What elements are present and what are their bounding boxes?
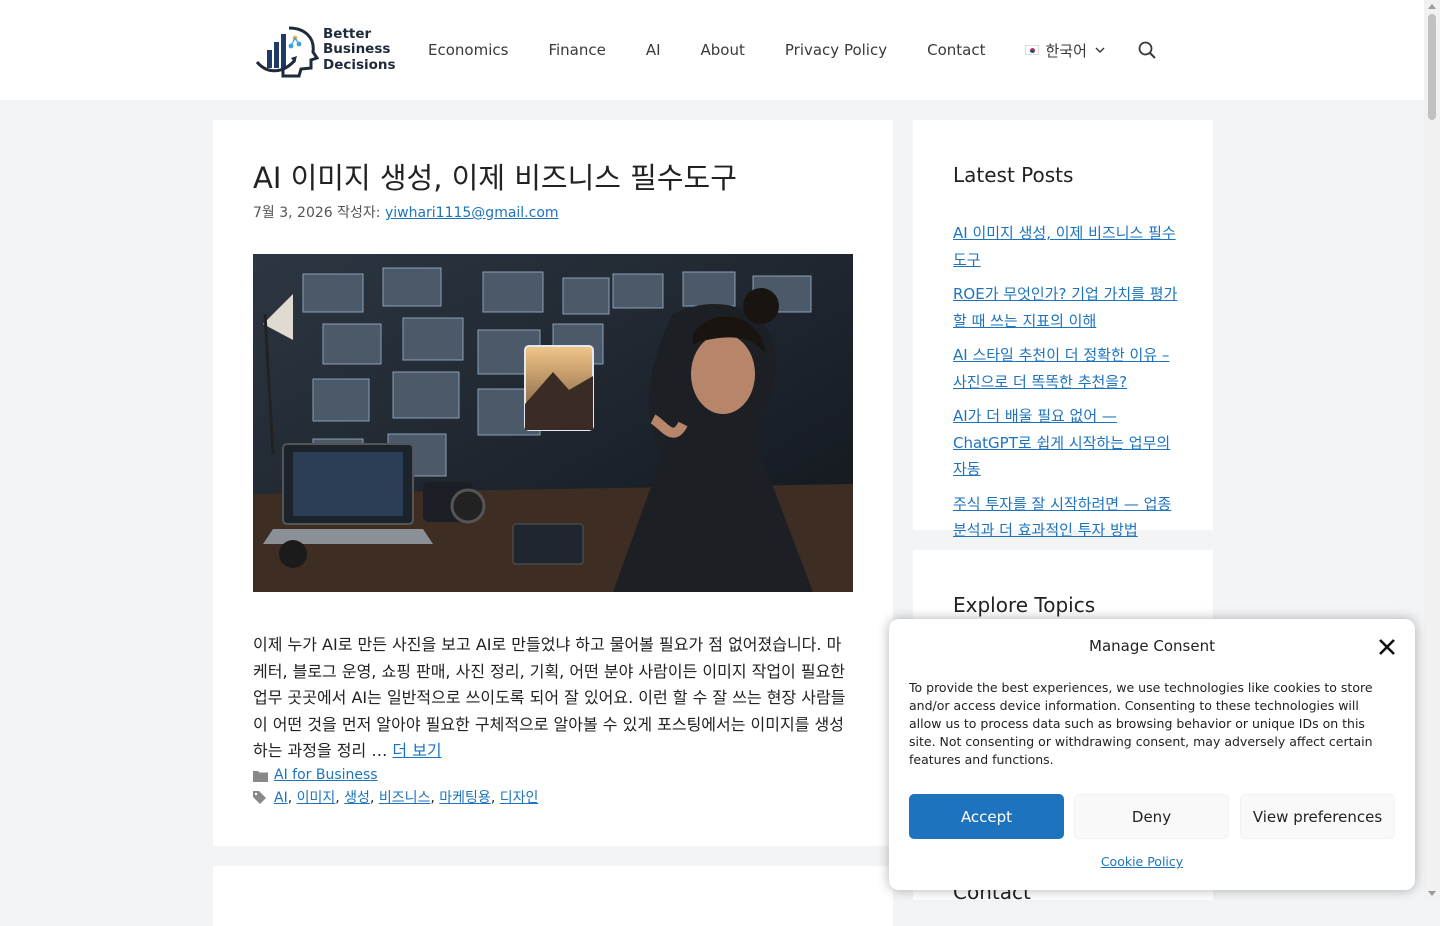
post-date: 7월 3, 2026 <box>253 205 333 221</box>
site-logo[interactable]: Better Business Decisions <box>253 20 403 80</box>
excerpt-text: 이제 누가 AI로 만든 사진을 보고 AI로 만들었냐 하고 물어볼 필요가 … <box>253 635 846 760</box>
nav-item-privacy-policy[interactable]: Privacy Policy <box>765 0 907 100</box>
post-title[interactable]: AI 이미지 생성, 이제 비즈니스 필수도구 <box>253 158 873 198</box>
search-icon[interactable] <box>1137 40 1157 60</box>
widget-title: Latest Posts <box>953 163 1074 187</box>
list-item: AI가 더 배울 필요 없어 — ChatGPT로 쉽게 시작하는 업무의 자동 <box>953 403 1178 483</box>
close-icon[interactable] <box>1377 637 1397 657</box>
featured-image-illustration <box>253 254 853 592</box>
latest-post-link[interactable]: AI가 더 배울 필요 없어 — ChatGPT로 쉽게 시작하는 업무의 자동 <box>953 407 1170 478</box>
logo-line: Better <box>323 25 372 42</box>
latest-posts-list: AI 이미지 생성, 이제 비즈니스 필수도구 ROE가 무엇인가? 기업 가치… <box>953 220 1178 552</box>
tags-icon <box>253 790 266 804</box>
chevron-down-icon <box>1095 47 1105 54</box>
tag-link[interactable]: 비즈니스 <box>379 790 431 806</box>
accept-button[interactable]: Accept <box>909 794 1064 839</box>
kr-flag-icon <box>1025 45 1040 55</box>
logo-line: Business <box>323 41 391 58</box>
cookie-policy-row: Cookie Policy <box>889 854 1395 869</box>
consent-message: To provide the best experiences, we use … <box>909 680 1373 767</box>
list-item: 주식 투자를 잘 시작하려면 — 업종 분석과 더 효과적인 투자 방법 <box>953 491 1178 544</box>
cookie-policy-link[interactable]: Cookie Policy <box>1101 854 1183 869</box>
nav-item-ai[interactable]: AI <box>626 0 681 100</box>
tag-list: AI, 이미지, 생성, 비즈니스, 마케팅용, 디자인 <box>274 790 539 806</box>
nav-item-contact[interactable]: Contact <box>907 0 1005 100</box>
next-post-card <box>213 866 893 926</box>
post-card: AI 이미지 생성, 이제 비즈니스 필수도구 7월 3, 2026 작성자: … <box>213 120 893 846</box>
logo-mark-icon <box>255 26 319 78</box>
scroll-down-arrow-icon[interactable] <box>1428 891 1436 896</box>
latest-post-link[interactable]: 주식 투자를 잘 시작하려면 — 업종 분석과 더 효과적인 투자 방법 <box>953 495 1171 540</box>
view-preferences-button[interactable]: View preferences <box>1240 794 1395 839</box>
main-nav: Economics Finance AI About Privacy Polic… <box>408 0 1157 100</box>
latest-posts-widget: Latest Posts AI 이미지 생성, 이제 비즈니스 필수도구 ROE… <box>913 120 1213 539</box>
page-scrollbar[interactable] <box>1424 0 1440 900</box>
post-featured-image[interactable] <box>253 254 853 592</box>
excerpt-ellipsis: … <box>371 741 388 760</box>
nav-item-finance[interactable]: Finance <box>528 0 625 100</box>
list-item: ROE가 무엇인가? 기업 가치를 평가 할 때 쓰는 지표의 이해 <box>953 281 1178 334</box>
tag-link[interactable]: 디자인 <box>500 790 539 806</box>
scroll-up-arrow-icon[interactable] <box>1428 4 1436 9</box>
post-meta: 7월 3, 2026 작성자: yiwhari1115@gmail.com <box>253 202 559 222</box>
tag-link[interactable]: AI <box>274 790 288 806</box>
latest-post-link[interactable]: AI 스타일 추천이 더 정확한 이유 – 사진으로 더 똑똑한 추천을? <box>953 346 1169 391</box>
tag-link[interactable]: 이미지 <box>297 790 336 806</box>
deny-button[interactable]: Deny <box>1074 794 1229 839</box>
category-link[interactable]: AI for Business <box>274 767 378 783</box>
list-item: AI 스타일 추천이 더 정확한 이유 – 사진으로 더 똑똑한 추천을? <box>953 342 1178 395</box>
widget-title: Explore Topics <box>953 593 1096 617</box>
logo-line: Decisions <box>323 56 396 73</box>
latest-post-link[interactable]: ROE가 무엇인가? 기업 가치를 평가 할 때 쓰는 지표의 이해 <box>953 285 1177 330</box>
nav-item-about[interactable]: About <box>681 0 765 100</box>
author-link[interactable]: yiwhari1115@gmail.com <box>385 205 559 221</box>
post-categories: AI for Business <box>253 767 378 783</box>
consent-title: Manage Consent <box>1089 637 1215 655</box>
post-excerpt: 이제 누가 AI로 만든 사진을 보고 AI로 만들었냐 하고 물어볼 필요가 … <box>253 632 853 765</box>
language-label: 한국어 <box>1045 41 1087 60</box>
tag-link[interactable]: 생성 <box>344 790 370 806</box>
cookie-consent-dialog: Manage Consent To provide the best exper… <box>889 619 1415 890</box>
scrollbar-thumb[interactable] <box>1428 14 1436 120</box>
author-prefix: 작성자: <box>337 205 381 221</box>
language-switcher[interactable]: 한국어 <box>1005 40 1126 61</box>
latest-post-link[interactable]: AI 이미지 생성, 이제 비즈니스 필수도구 <box>953 224 1176 269</box>
list-item: AI 이미지 생성, 이제 비즈니스 필수도구 <box>953 220 1178 273</box>
logo-text: Better Business Decisions <box>323 25 396 74</box>
folder-icon <box>253 770 268 782</box>
tag-link[interactable]: 마케팅용 <box>439 790 491 806</box>
site-header: Better Business Decisions Economics Fina… <box>0 0 1424 100</box>
post-tags: AI, 이미지, 생성, 비즈니스, 마케팅용, 디자인 <box>253 787 538 807</box>
nav-item-economics[interactable]: Economics <box>408 0 528 100</box>
read-more-link[interactable]: 더 보기 <box>392 741 441 760</box>
